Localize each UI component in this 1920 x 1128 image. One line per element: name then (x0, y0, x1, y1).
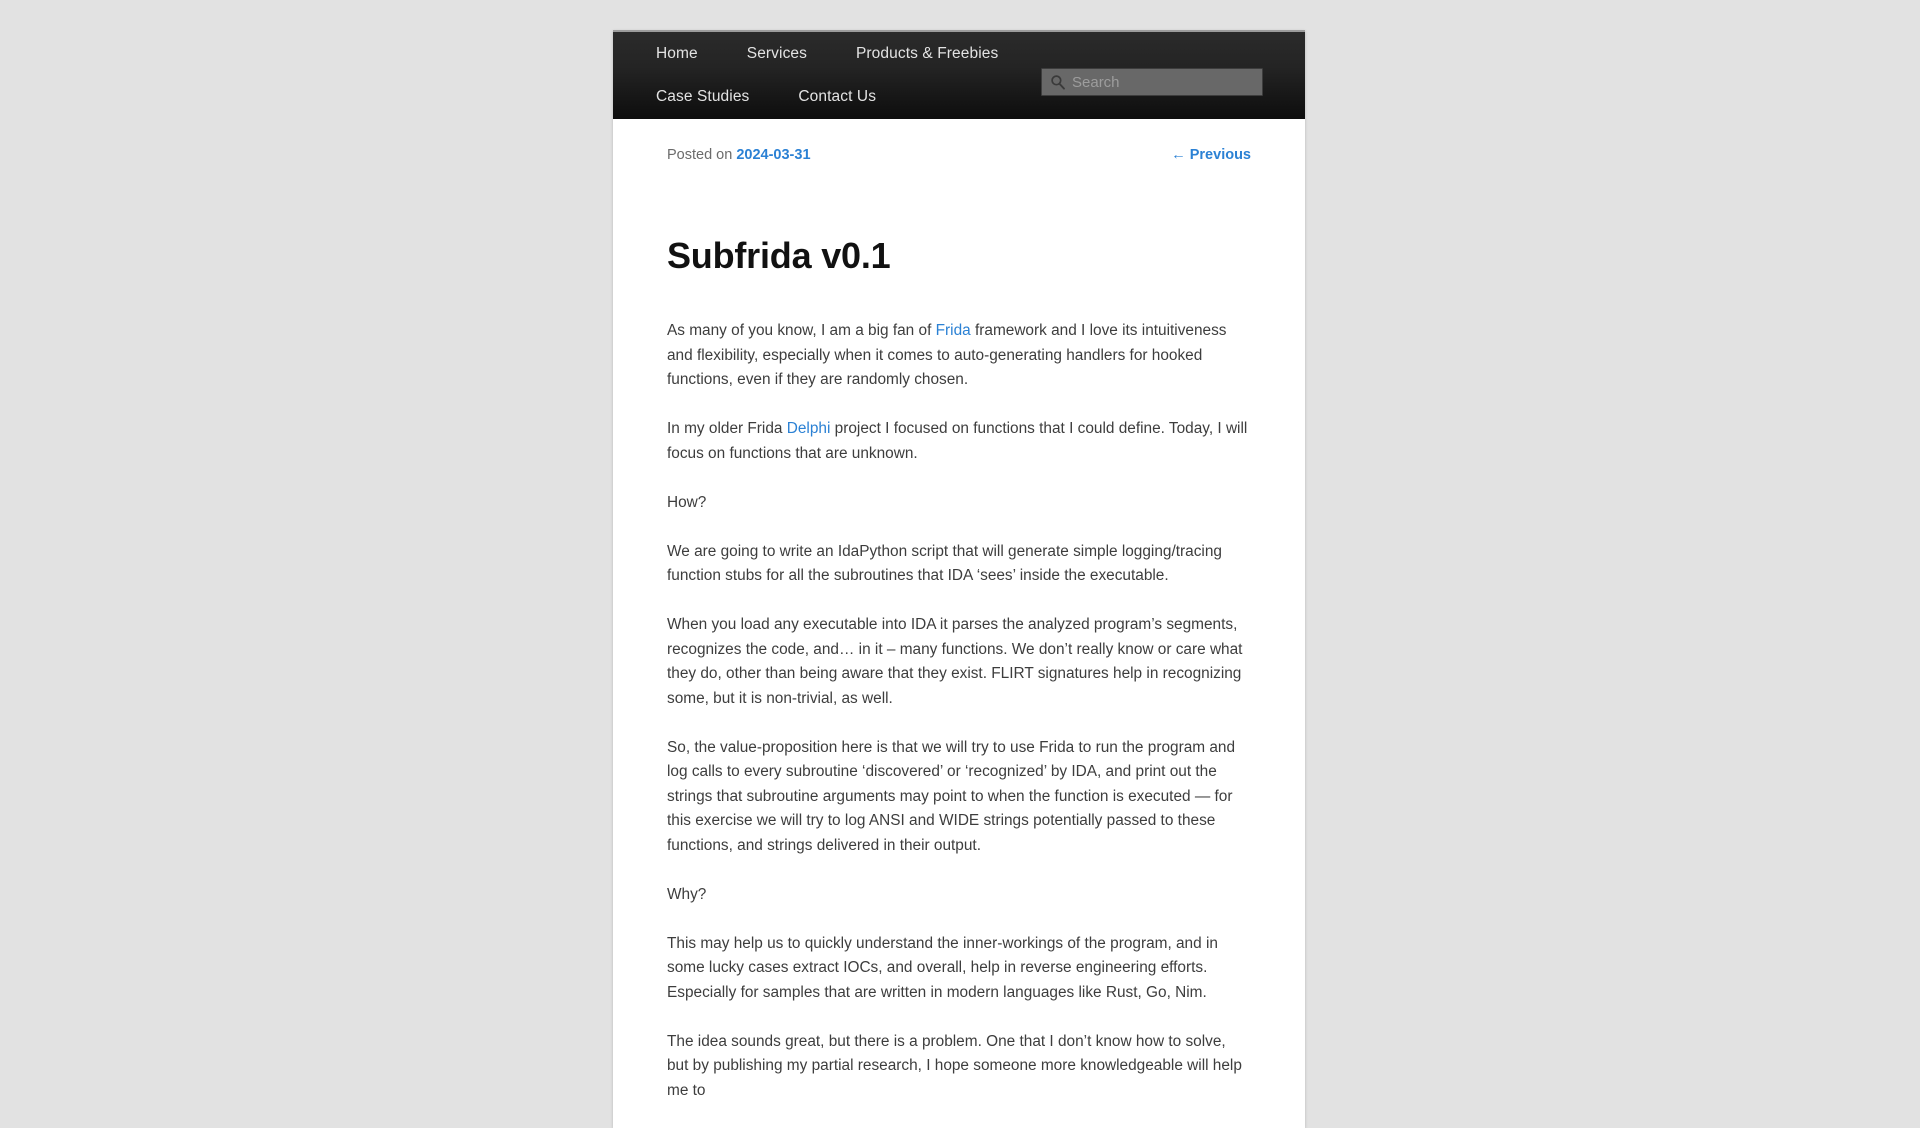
search-form (1041, 68, 1263, 96)
content-paragraph: When you load any executable into IDA it… (667, 613, 1251, 711)
content-paragraph: This may help us to quickly understand t… (667, 932, 1251, 1006)
nav-item-home[interactable]: Home (656, 46, 714, 62)
entry-content: As many of you know, I am a big fan of F… (667, 319, 1251, 1103)
paragraph-text: In my older Frida (667, 420, 787, 438)
inline-link[interactable]: Delphi (787, 420, 831, 437)
paragraph-text: This may help us to quickly understand t… (667, 934, 1218, 1001)
post-navigation-previous: ← Previous (1171, 147, 1251, 163)
paragraph-text: Why? (667, 885, 707, 903)
nav-item-contact-us[interactable]: Contact Us (798, 89, 892, 105)
content-paragraph: We are going to write an IdaPython scrip… (667, 540, 1251, 589)
post-date-link[interactable]: 2024-03-31 (736, 147, 810, 163)
nav-item-services[interactable]: Services (747, 46, 823, 62)
posted-on-label: Posted on (667, 147, 733, 163)
nav-item-products-freebies[interactable]: Products & Freebies (856, 46, 1014, 62)
main-content: Posted on 2024-03-31 ← Previous Subfrida… (613, 119, 1305, 1103)
paragraph-text: When you load any executable into IDA it… (667, 616, 1243, 707)
site-masthead: Home Services Products & Freebies Case Stu… (613, 30, 1305, 119)
search-input[interactable] (1041, 68, 1263, 96)
entry-date-block: Posted on 2024-03-31 (667, 147, 811, 163)
page-root: Home Services Products & Freebies Case Stu… (0, 0, 1920, 1128)
content-paragraph: Why? (667, 883, 1251, 908)
site-container: Home Services Products & Freebies Case Stu… (613, 30, 1305, 1128)
content-paragraph: How? (667, 491, 1251, 516)
paragraph-text: The idea sounds great, but there is a pr… (667, 1032, 1242, 1099)
content-paragraph: In my older Frida Delphi project I focus… (667, 417, 1251, 466)
paragraph-text: We are going to write an IdaPython scrip… (667, 542, 1222, 585)
content-paragraph: The idea sounds great, but there is a pr… (667, 1030, 1251, 1104)
paragraph-text: So, the value-proposition here is that w… (667, 738, 1236, 854)
nav-item-case-studies[interactable]: Case Studies (656, 89, 765, 105)
entry-meta-header: Posted on 2024-03-31 ← Previous (667, 119, 1251, 163)
paragraph-text: As many of you know, I am a big fan of (667, 322, 936, 340)
paragraph-text: How? (667, 493, 707, 511)
inline-link[interactable]: Frida (936, 322, 971, 339)
page-title: Subfrida v0.1 (667, 235, 891, 276)
content-paragraph: As many of you know, I am a big fan of F… (667, 319, 1251, 393)
previous-post-link[interactable]: ← Previous (1171, 147, 1251, 163)
content-paragraph: So, the value-proposition here is that w… (667, 736, 1251, 859)
